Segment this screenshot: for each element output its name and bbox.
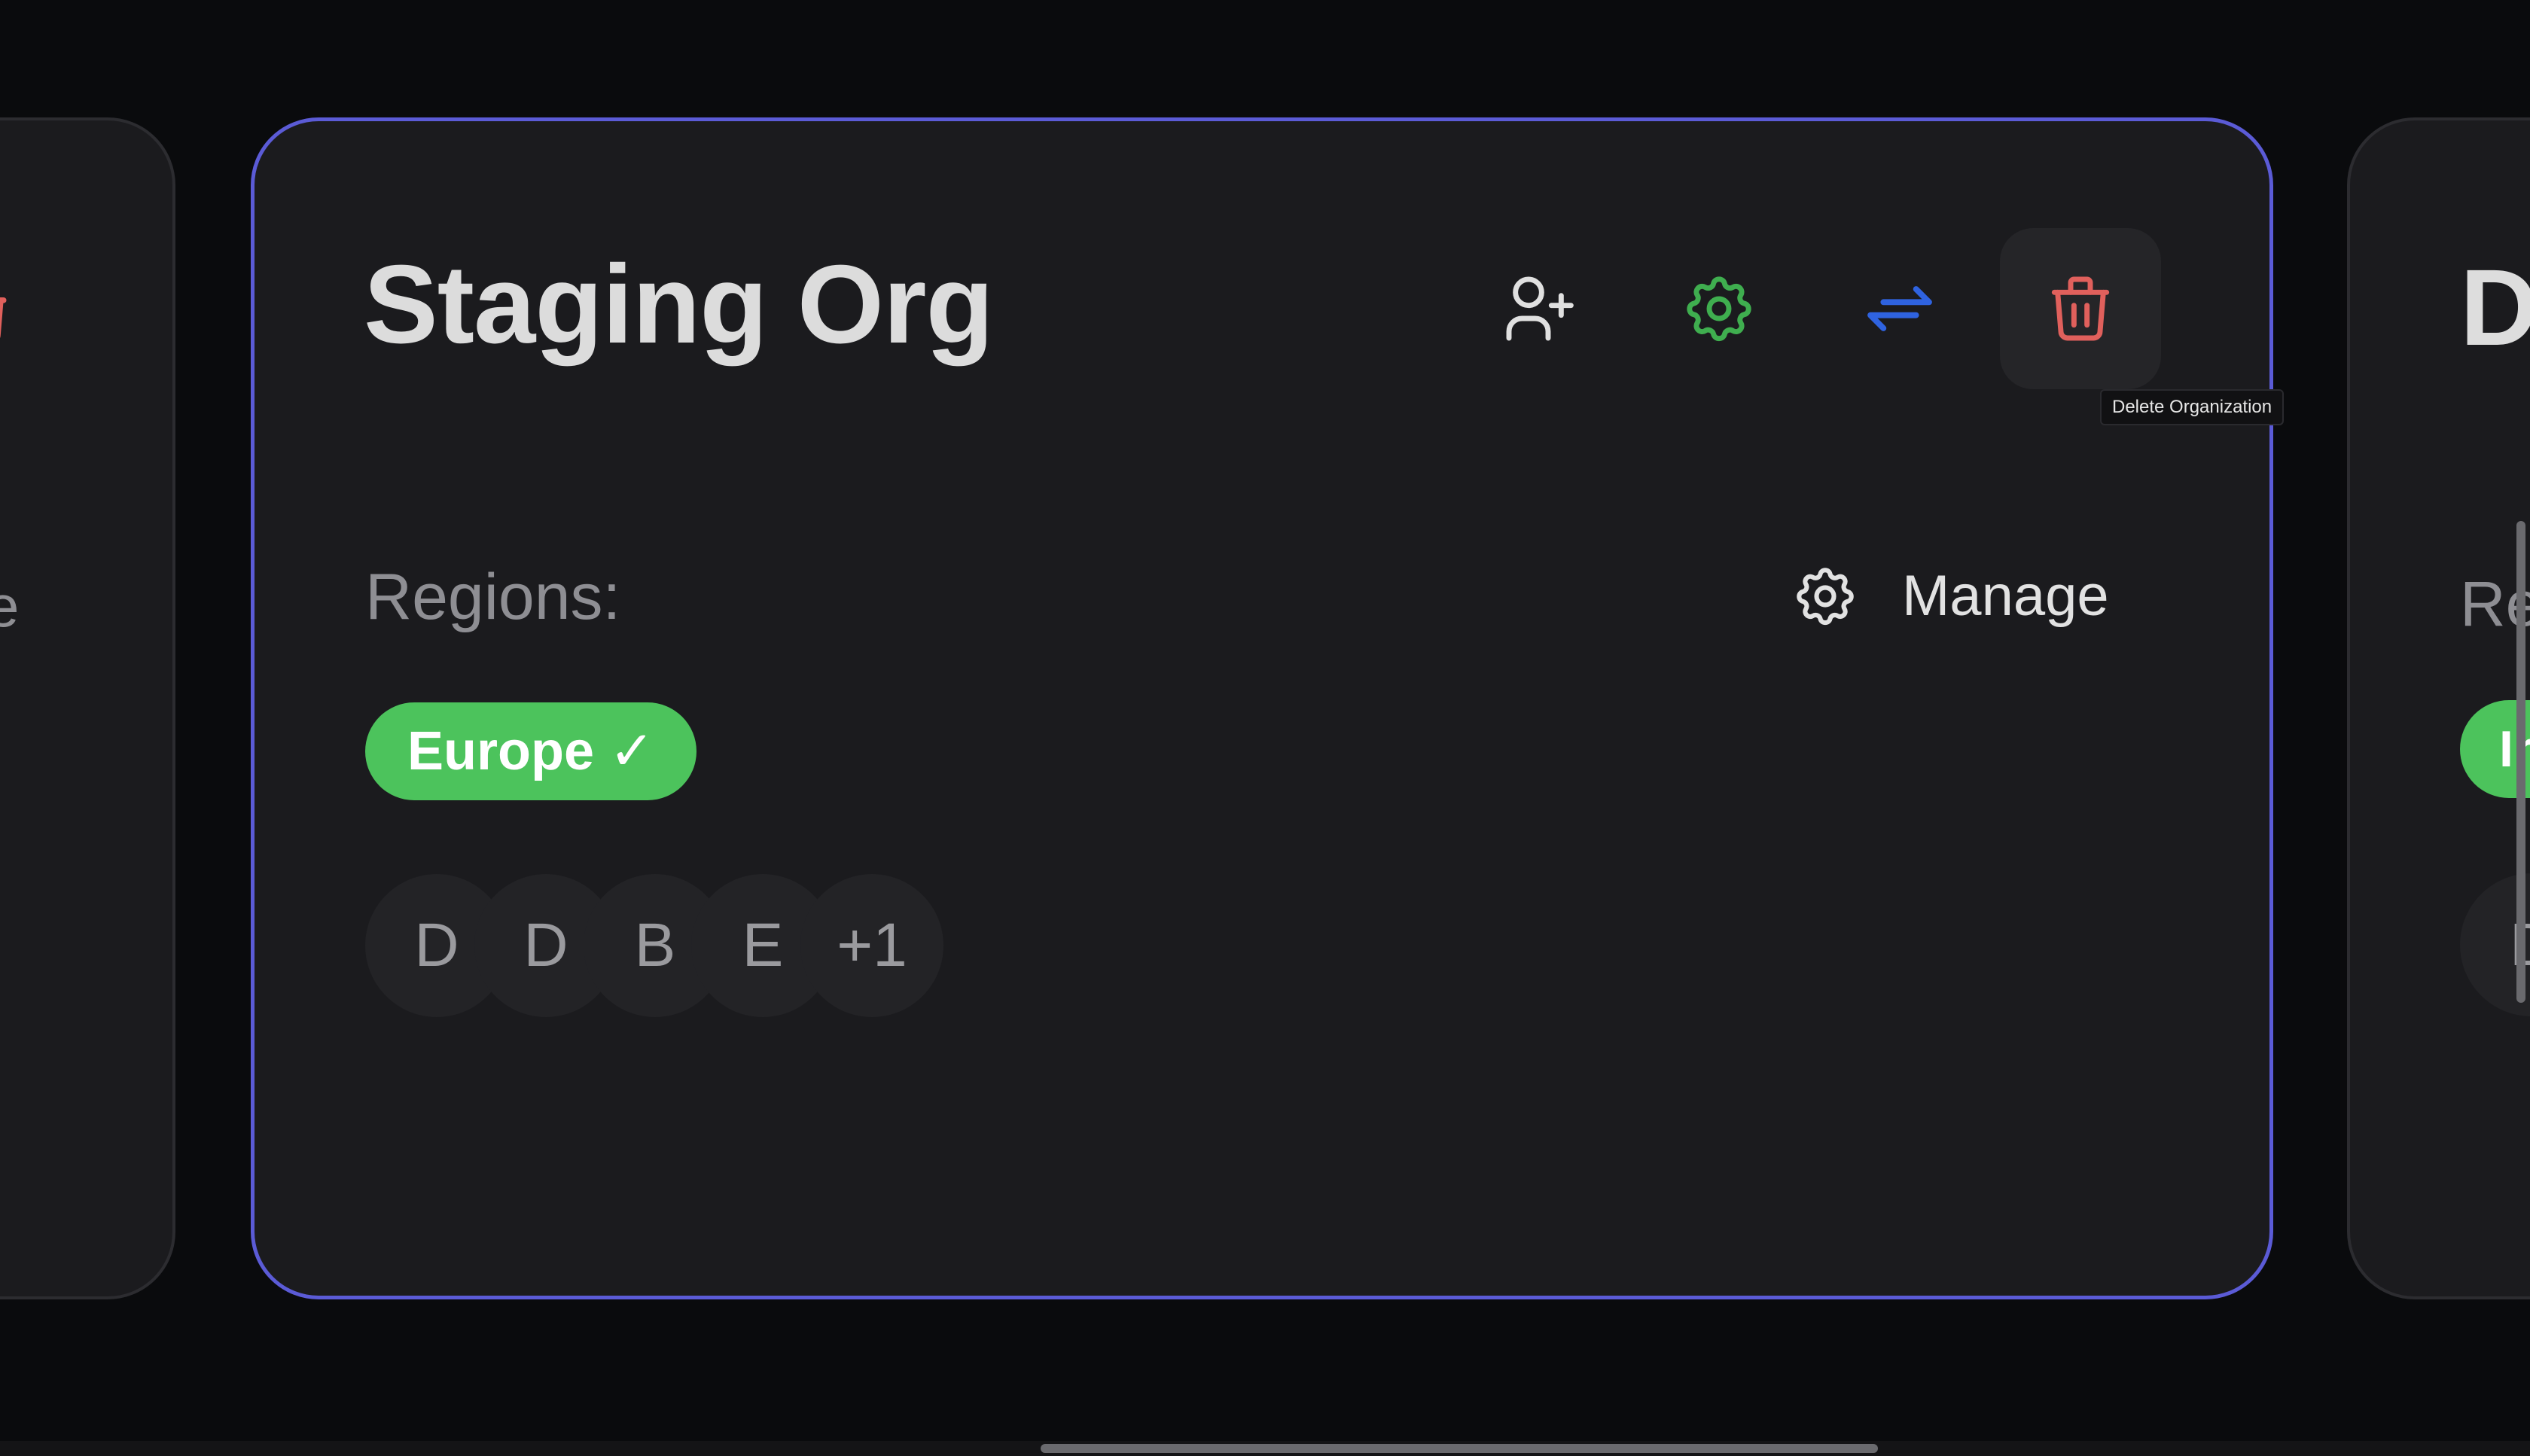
- organizations-carousel: e Staging Org Delete Organization Region…: [0, 0, 2530, 1441]
- gear-icon: [1687, 276, 1751, 342]
- organization-card-next[interactable]: D Re Ir D: [2347, 117, 2530, 1299]
- delete-organization-tooltip: Delete Organization: [2100, 389, 2285, 425]
- vertical-scrollbar-thumb[interactable]: [2516, 521, 2525, 1003]
- transfer-organization-button[interactable]: [1819, 228, 1980, 389]
- organization-card-selected[interactable]: Staging Org Delete Organization Regions:…: [251, 117, 2285, 1299]
- gear-icon: [1797, 568, 1854, 626]
- organization-title-fragment: D: [2460, 247, 2530, 368]
- arrows-exchange-icon: [1867, 286, 1932, 331]
- manage-label: Manage: [1902, 564, 2109, 629]
- organization-title: Staging Org: [364, 242, 994, 367]
- user-plus-icon: [1506, 276, 1574, 341]
- trash-icon: [2051, 276, 2110, 341]
- regions-label: Regions:: [365, 561, 621, 633]
- horizontal-scrollbar-thumb[interactable]: [1041, 1444, 1878, 1453]
- delete-organization-button[interactable]: [2000, 228, 2161, 389]
- add-member-button[interactable]: [1458, 228, 1619, 389]
- trash-icon[interactable]: [0, 285, 15, 345]
- organization-card-previous[interactable]: e: [0, 117, 175, 1299]
- regions-label-fragment: e: [0, 573, 20, 639]
- region-tag-europe[interactable]: Europe ✓: [365, 702, 697, 800]
- member-overflow-count[interactable]: +1: [800, 874, 943, 1017]
- organization-settings-button[interactable]: [1638, 228, 1800, 389]
- manage-regions-button[interactable]: Manage: [1791, 562, 2109, 631]
